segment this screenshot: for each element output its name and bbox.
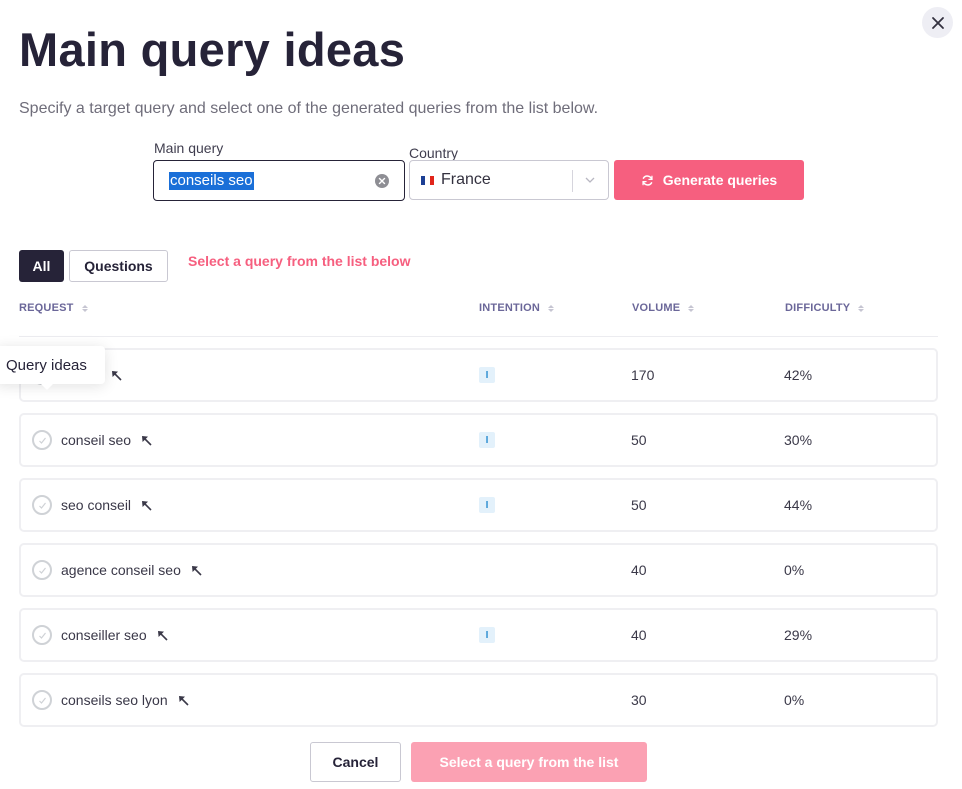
intention-badge: I [479,627,495,643]
intention-badge: I [479,432,495,448]
tooltip: Query ideas [0,346,105,390]
select-query-button: Select a query from the list [411,742,647,782]
request-text: conseiller seo [61,627,147,643]
request-cell: conseils seo lyon [61,692,190,708]
request-text: seo conseil [61,497,132,513]
volume-cell: 50 [631,497,647,513]
volume-cell: 30 [631,692,647,708]
column-header-request[interactable]: REQUEST [19,302,88,314]
intention-badge: I [479,367,495,383]
request-text: conseils seo lyon [61,692,168,708]
select-radio-icon[interactable] [32,495,52,515]
volume-cell: 40 [631,562,647,578]
generate-queries-label: Generate queries [662,172,778,188]
country-label: Country [409,145,459,161]
close-icon [931,16,944,29]
column-header-label: REQUEST [19,302,74,314]
select-radio-icon[interactable] [32,560,52,580]
arrow-up-left-icon[interactable] [156,629,169,642]
arrow-up-left-icon[interactable] [190,564,203,577]
arrow-up-left-icon[interactable] [110,369,123,382]
table-row[interactable]: ils seoI17042% [19,348,938,402]
chevron-down-icon[interactable] [584,174,596,186]
country-select[interactable]: France [409,160,609,200]
header-divider [19,336,938,337]
difficulty-cell: 42% [784,367,813,383]
table-row[interactable]: conseil seo I 50 30% [19,413,938,467]
request-text: conseil seo [61,432,132,448]
table-row[interactable]: agence conseil seo 40 0% [19,543,938,597]
column-header-volume[interactable]: VOLUME [632,302,695,314]
difficulty-cell: 29% [784,627,813,643]
volume-cell: 50 [631,432,647,448]
select-radio-icon[interactable] [32,625,52,645]
request-cell: conseiller seo [61,627,169,643]
dialog-title: Main query ideas [19,23,406,76]
flag-france-icon [421,175,434,185]
difficulty-cell: 44% [784,497,813,513]
request-cell: agence conseil seo [61,562,203,578]
tab-all[interactable]: All [19,250,64,282]
intention-badge: I [479,497,495,513]
column-header-label: DIFFICULTY [785,302,851,314]
refresh-icon [642,174,653,186]
sort-icon[interactable] [688,304,695,312]
arrow-up-left-icon[interactable] [140,434,153,447]
column-header-intention[interactable]: INTENTION [479,302,555,314]
table-row[interactable]: conseils seo lyon 30 0% [19,673,938,727]
table-row[interactable]: seo conseil I 50 44% [19,478,938,532]
close-button[interactable] [922,7,953,38]
volume-cell: 40 [631,627,647,643]
main-query-label: Main query [154,140,224,156]
select-radio-icon[interactable] [32,430,52,450]
selection-hint: Select a query from the list below [188,253,411,269]
generate-queries-button[interactable]: Generate queries [614,160,804,200]
select-radio-icon[interactable] [32,690,52,710]
request-cell: conseil seo [61,432,153,448]
clear-input-icon[interactable] [375,174,389,188]
difficulty-cell: 0% [784,692,805,708]
sort-icon[interactable] [858,304,865,312]
column-header-difficulty[interactable]: DIFFICULTY [785,302,865,314]
difficulty-cell: 30% [784,432,813,448]
volume-cell: 170 [631,367,655,383]
request-cell: seo conseil [61,497,153,513]
request-text: agence conseil seo [61,562,181,578]
select-separator [572,170,573,192]
table-row[interactable]: conseiller seo I 40 29% [19,608,938,662]
country-value: France [441,171,491,188]
column-header-label: INTENTION [479,302,541,314]
arrow-up-left-icon[interactable] [177,694,190,707]
difficulty-cell: 0% [784,562,805,578]
cancel-button[interactable]: Cancel [310,742,401,782]
dialog-subtitle: Specify a target query and select one of… [19,100,599,117]
tab-questions[interactable]: Questions [69,250,168,282]
arrow-up-left-icon[interactable] [140,499,153,512]
sort-icon[interactable] [81,304,88,312]
column-header-label: VOLUME [632,302,681,314]
sort-icon[interactable] [548,304,555,312]
main-query-input[interactable]: conseils seo [153,160,405,201]
main-query-value[interactable]: conseils seo [169,171,254,190]
